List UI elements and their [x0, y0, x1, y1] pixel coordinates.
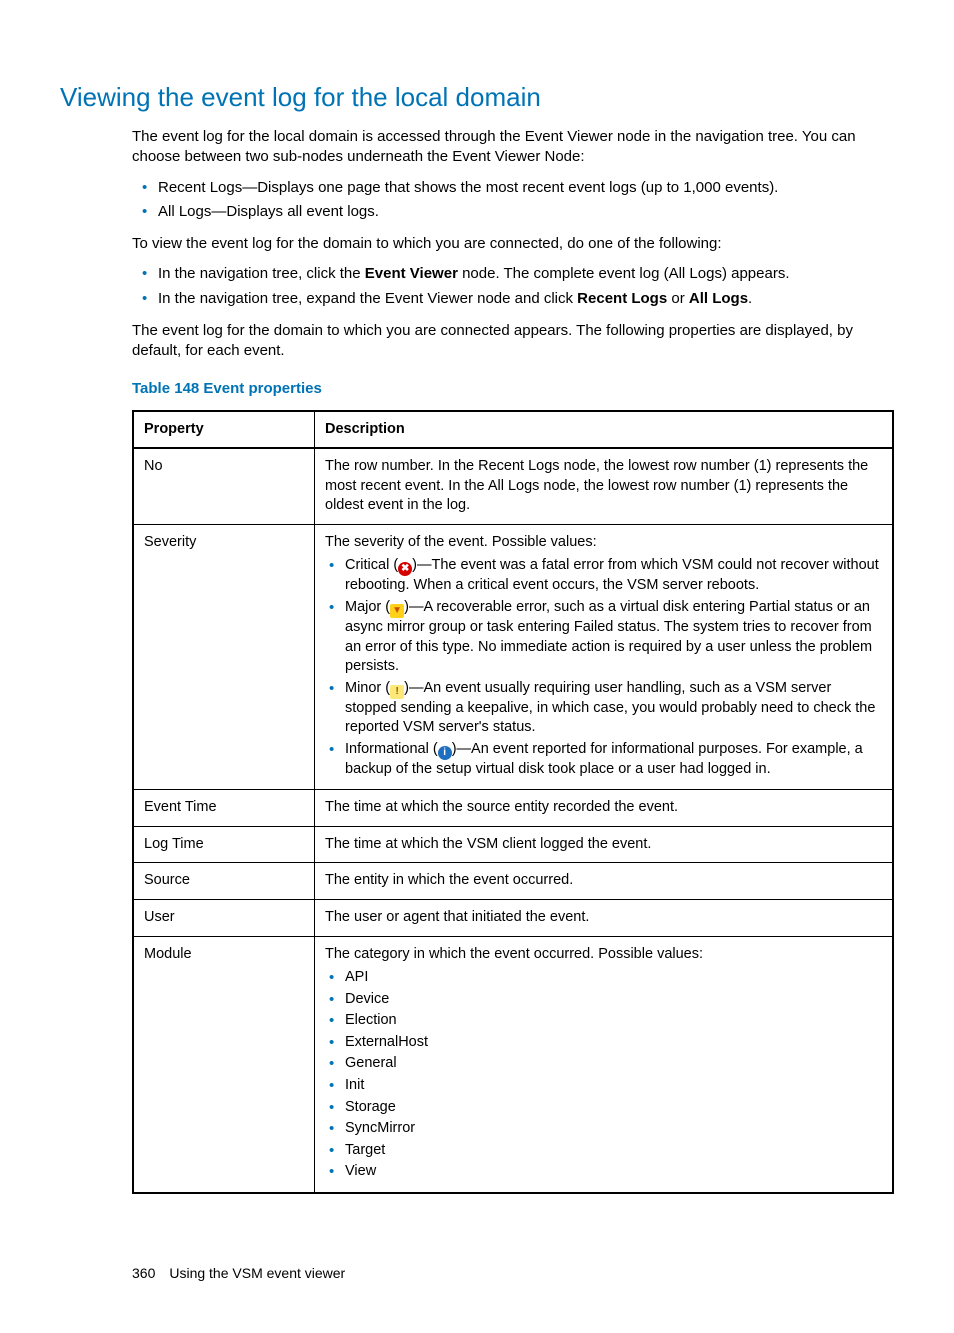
text-run: )—A recoverable error, such as a virtual… — [345, 599, 872, 674]
cell-property: User — [133, 900, 315, 937]
list-item: Election — [325, 1011, 882, 1031]
bold-text: Event Viewer — [365, 265, 458, 282]
list-item: Informational (i)—An event reported for … — [325, 740, 882, 780]
howto-lead: To view the event log for the domain to … — [132, 234, 894, 254]
list-item: In the navigation tree, expand the Event… — [132, 289, 894, 309]
cell-property: No — [133, 448, 315, 524]
bold-text: All Logs — [689, 290, 748, 307]
table-header-row: Property Description — [133, 411, 893, 449]
th-description: Description — [315, 411, 894, 449]
table-row: Log Time The time at which the VSM clien… — [133, 826, 893, 863]
page-number: 360 — [132, 1265, 155, 1281]
text-run: Critical ( — [345, 557, 398, 573]
footer-title: Using the VSM event viewer — [169, 1265, 345, 1281]
table-row: User The user or agent that initiated th… — [133, 900, 893, 937]
cell-property: Event Time — [133, 790, 315, 827]
list-item: Target — [325, 1141, 882, 1161]
major-icon: ▼ — [390, 604, 404, 618]
table-row: Source The entity in which the event occ… — [133, 863, 893, 900]
text-run: Major ( — [345, 599, 390, 615]
text-run: node. The complete event log (All Logs) … — [458, 265, 790, 282]
table-caption: Table 148 Event properties — [132, 379, 894, 399]
cell-description: The time at which the source entity reco… — [315, 790, 894, 827]
content-area: The event log for the local domain is ac… — [132, 127, 894, 1283]
list-item: General — [325, 1054, 882, 1074]
minor-icon: ! — [390, 685, 404, 699]
critical-icon: ✖ — [398, 562, 412, 576]
cell-description: The severity of the event. Possible valu… — [315, 524, 894, 790]
text-run: The severity of the event. Possible valu… — [325, 533, 882, 553]
text-run: Minor ( — [345, 680, 390, 696]
cell-description: The time at which the VSM client logged … — [315, 826, 894, 863]
text-run: )—An event usually requiring user handli… — [345, 680, 875, 736]
list-item: Minor (!)—An event usually requiring use… — [325, 679, 882, 738]
after-list-paragraph: The event log for the domain to which yo… — [132, 321, 894, 362]
cell-description: The entity in which the event occurred. — [315, 863, 894, 900]
list-item: Critical (✖)—The event was a fatal error… — [325, 556, 882, 596]
list-item: SyncMirror — [325, 1119, 882, 1139]
howto-list: In the navigation tree, click the Event … — [132, 264, 894, 309]
list-item: Major (▼)—A recoverable error, such as a… — [325, 598, 882, 677]
text-run: The category in which the event occurred… — [325, 945, 882, 965]
list-item: All Logs—Displays all event logs. — [132, 202, 894, 222]
th-property: Property — [133, 411, 315, 449]
list-item: Device — [325, 990, 882, 1010]
cell-property: Module — [133, 936, 315, 1193]
text-run: In the navigation tree, click the — [158, 265, 365, 282]
cell-property: Severity — [133, 524, 315, 790]
list-item: Recent Logs—Displays one page that shows… — [132, 178, 894, 198]
cell-property: Source — [133, 863, 315, 900]
text-run: )—The event was a fatal error from which… — [345, 557, 879, 593]
text-run: . — [748, 290, 752, 307]
intro-paragraph: The event log for the local domain is ac… — [132, 127, 894, 168]
table-row: Severity The severity of the event. Poss… — [133, 524, 893, 790]
cell-description: The category in which the event occurred… — [315, 936, 894, 1193]
module-list: API Device Election ExternalHost General… — [325, 968, 882, 1182]
table-row: Event Time The time at which the source … — [133, 790, 893, 827]
info-icon: i — [438, 746, 452, 760]
page-footer: 360 Using the VSM event viewer — [132, 1264, 894, 1283]
text-run: or — [667, 290, 689, 307]
event-properties-table: Property Description No The row number. … — [132, 410, 894, 1194]
text-run: Informational ( — [345, 741, 438, 757]
list-item: In the navigation tree, click the Event … — [132, 264, 894, 284]
table-row: Module The category in which the event o… — [133, 936, 893, 1193]
text-run: In the navigation tree, expand the Event… — [158, 290, 577, 307]
cell-description: The row number. In the Recent Logs node,… — [315, 448, 894, 524]
cell-property: Log Time — [133, 826, 315, 863]
cell-description: The user or agent that initiated the eve… — [315, 900, 894, 937]
list-item: ExternalHost — [325, 1033, 882, 1053]
list-item: API — [325, 968, 882, 988]
page-heading: Viewing the event log for the local doma… — [60, 80, 894, 115]
table-row: No The row number. In the Recent Logs no… — [133, 448, 893, 524]
list-item: Storage — [325, 1098, 882, 1118]
subnodes-list: Recent Logs—Displays one page that shows… — [132, 178, 894, 223]
bold-text: Recent Logs — [577, 290, 667, 307]
severity-list: Critical (✖)—The event was a fatal error… — [325, 556, 882, 779]
list-item: Init — [325, 1076, 882, 1096]
list-item: View — [325, 1162, 882, 1182]
